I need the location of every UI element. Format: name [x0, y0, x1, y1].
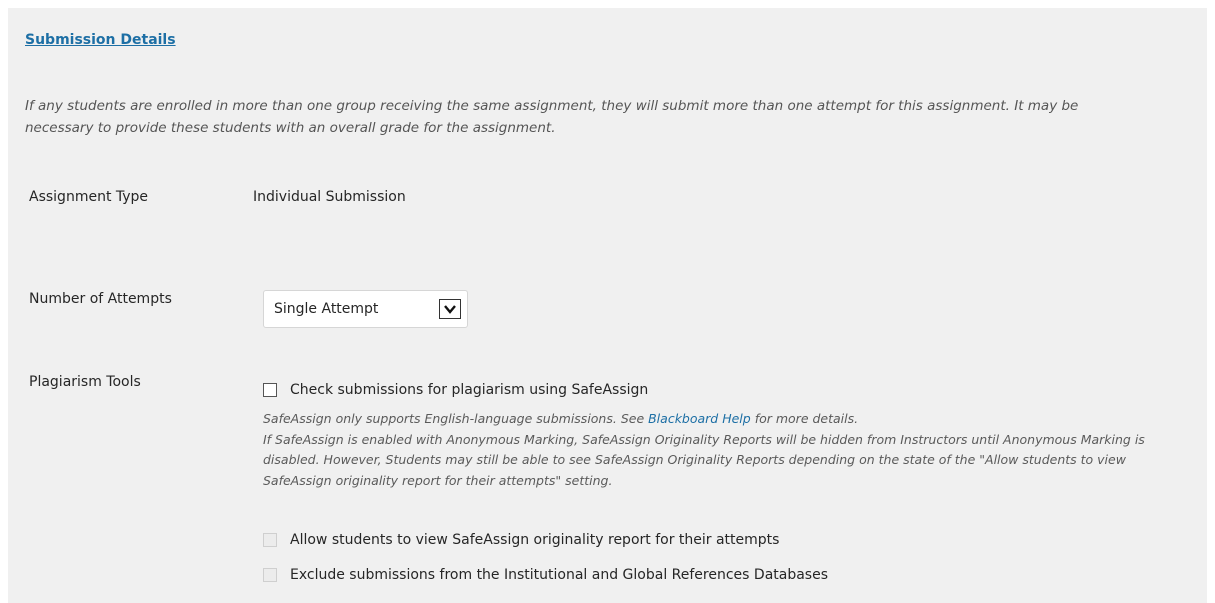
safeassign-help-text: SafeAssign only supports English-languag… [263, 409, 1183, 491]
allow-view-report-label: Allow students to view SafeAssign origin… [290, 532, 780, 548]
plagiarism-tools-label: Plagiarism Tools [29, 374, 141, 390]
language-note-tail: for more details. [750, 411, 859, 426]
allow-view-report-checkbox [263, 533, 277, 547]
number-of-attempts-label: Number of Attempts [29, 291, 172, 307]
safeassign-checkbox[interactable] [263, 383, 277, 397]
attempts-selected-value: Single Attempt [274, 301, 379, 317]
exclude-submissions-label: Exclude submissions from the Institution… [290, 567, 829, 583]
allow-view-report-row: Allow students to view SafeAssign origin… [263, 532, 779, 548]
assignment-type-label: Assignment Type [29, 189, 149, 205]
chevron-down-icon[interactable] [439, 299, 461, 319]
exclude-submissions-checkbox [263, 568, 277, 582]
anonymous-marking-note: If SafeAssign is enabled with Anonymous … [263, 431, 1145, 488]
language-note-text: SafeAssign only supports English-languag… [263, 411, 649, 426]
submission-details-panel: Submission Details If any students are e… [8, 8, 1207, 603]
submission-details-heading-link[interactable]: Submission Details [25, 32, 176, 48]
safeassign-check-label[interactable]: Check submissions for plagiarism using S… [290, 382, 648, 398]
number-of-attempts-select[interactable]: Single Attempt [263, 290, 468, 328]
safeassign-check-row[interactable]: Check submissions for plagiarism using S… [263, 382, 648, 398]
safeassign-language-note: SafeAssign only supports English-languag… [263, 409, 1183, 430]
group-attempts-note: If any students are enrolled in more tha… [25, 98, 1079, 136]
exclude-submissions-row: Exclude submissions from the Institution… [263, 567, 828, 583]
blackboard-help-link[interactable]: Blackboard Help [648, 411, 751, 426]
assignment-type-value: Individual Submission [253, 189, 406, 205]
